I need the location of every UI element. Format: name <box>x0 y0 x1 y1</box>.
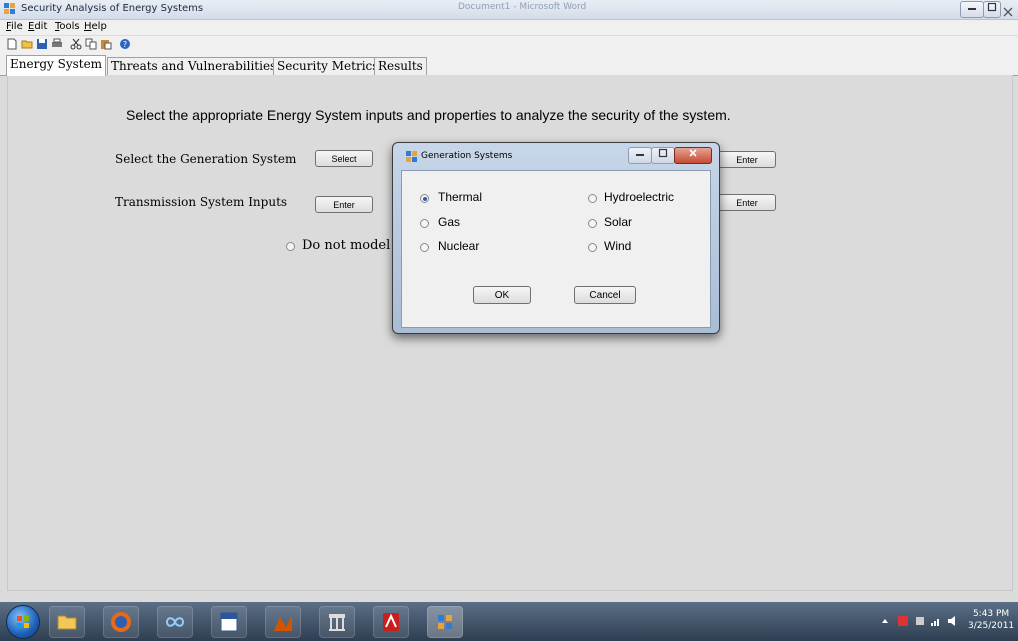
building-icon <box>329 614 345 631</box>
cut-icon[interactable] <box>70 38 82 50</box>
clock-time: 5:43 PM <box>972 609 1010 619</box>
dialog-title: Generation Systems <box>421 151 513 161</box>
taskbar-security-app[interactable] <box>427 606 463 638</box>
dialog-maximize-button[interactable] <box>651 147 675 164</box>
radio-gas[interactable] <box>420 219 429 228</box>
option-gas-label: Gas <box>438 215 461 229</box>
taskbar-matlab[interactable] <box>265 606 301 638</box>
svg-text:?: ? <box>123 40 127 49</box>
option-thermal-label: Thermal <box>438 190 483 204</box>
windows-logo-icon <box>17 616 29 628</box>
network-icon <box>931 619 939 626</box>
app-icon <box>4 3 15 14</box>
menu-edit[interactable]: Edit <box>28 21 47 32</box>
taskbar-firefox[interactable] <box>103 606 139 638</box>
maximize-icon <box>987 2 997 12</box>
maximize-icon <box>658 148 668 158</box>
infinity-icon <box>165 617 185 627</box>
menu-help[interactable]: Help <box>84 21 107 32</box>
radio-wind[interactable] <box>588 243 597 252</box>
tab-results[interactable]: Results <box>374 57 427 75</box>
taskbar-infinity-app[interactable] <box>157 606 193 638</box>
taskbar-acrobat[interactable] <box>373 606 409 638</box>
enter-button-upper[interactable]: Enter <box>718 151 776 168</box>
radio-nuclear[interactable] <box>420 243 429 252</box>
volume-icon <box>948 616 955 626</box>
do-not-model-label: Do not model C <box>302 238 405 253</box>
dialog-app-icon <box>406 151 417 162</box>
open-icon[interactable] <box>21 38 33 50</box>
save-icon[interactable] <box>36 38 48 50</box>
system-tray <box>882 616 955 626</box>
window-title: Security Analysis of Energy Systems <box>21 3 204 14</box>
radio-hydroelectric[interactable] <box>588 194 597 203</box>
taskbar-server-app[interactable] <box>319 606 355 638</box>
generation-systems-dialog: Generation Systems Thermal Gas Nuclear H… <box>392 142 720 334</box>
option-nuclear-label: Nuclear <box>438 239 480 253</box>
title-bar: Security Analysis of Energy Systems Docu… <box>0 0 1018 20</box>
action-center-icon <box>898 616 908 626</box>
app-grid-icon <box>438 615 452 629</box>
minimize-icon <box>968 8 976 10</box>
maximize-button[interactable] <box>983 1 1001 18</box>
taskbar-word[interactable] <box>211 606 247 638</box>
do-not-model-radio[interactable] <box>286 242 295 251</box>
taskbar-explorer[interactable] <box>49 606 85 638</box>
power-icon <box>916 617 924 625</box>
dialog-body: Thermal Gas Nuclear Hydroelectric Solar … <box>401 170 711 328</box>
enter-button-lower[interactable]: Enter <box>718 194 776 211</box>
background-window-title: Document1 - Microsoft Word <box>458 2 587 12</box>
transmission-system-label: Transmission System Inputs <box>115 195 288 209</box>
start-button[interactable] <box>6 605 40 639</box>
firefox-icon <box>111 612 131 632</box>
taskbar <box>0 602 1018 641</box>
print-icon[interactable] <box>51 38 63 50</box>
word-icon <box>220 612 238 632</box>
close-icon <box>1003 7 1013 17</box>
new-icon[interactable] <box>6 38 18 50</box>
tab-threats-and-vulnerabilities[interactable]: Threats and Vulnerabilities <box>107 57 281 75</box>
cancel-button[interactable]: Cancel <box>574 286 636 304</box>
folder-icon <box>57 615 77 630</box>
tab-security-metrics[interactable]: Security Metrics <box>273 57 383 75</box>
toolbar: ? <box>0 36 1018 53</box>
option-wind-label: Wind <box>604 239 632 253</box>
dialog-close-button[interactable] <box>674 147 712 164</box>
menu-file[interactable]: File <box>6 21 23 32</box>
option-hydroelectric-label: Hydroelectric <box>604 190 675 204</box>
page-heading: Select the appropriate Energy System inp… <box>126 107 731 123</box>
paste-icon[interactable] <box>100 38 112 50</box>
pdf-icon <box>383 613 399 631</box>
tab-energy-system[interactable]: Energy System <box>6 55 107 76</box>
radio-thermal[interactable] <box>420 194 429 203</box>
tray-expand-icon <box>882 619 888 623</box>
dialog-minimize-button[interactable] <box>628 147 652 164</box>
radio-solar[interactable] <box>588 219 597 228</box>
enter-transmission-button[interactable]: Enter <box>315 196 373 213</box>
generation-system-label: Select the Generation System <box>115 152 297 166</box>
copy-icon[interactable] <box>85 38 97 50</box>
minimize-button[interactable] <box>960 1 984 18</box>
minimize-icon <box>636 154 644 156</box>
menu-bar: File Edit Tools Help <box>0 20 1018 35</box>
matlab-icon <box>274 615 292 631</box>
taskbar-clock: 5:43 PM 3/25/2011 <box>968 608 1014 632</box>
clock-date: 3/25/2011 <box>968 621 1015 631</box>
tab-strip: Energy System Threats and Vulnerabilitie… <box>0 53 1018 76</box>
option-solar-label: Solar <box>604 215 633 229</box>
menu-tools[interactable]: Tools <box>55 21 80 32</box>
close-button[interactable] <box>1002 3 1014 17</box>
select-generation-button[interactable]: Select <box>315 150 373 167</box>
close-icon <box>689 149 697 157</box>
help-icon[interactable]: ? <box>119 38 131 50</box>
ok-button[interactable]: OK <box>473 286 531 304</box>
